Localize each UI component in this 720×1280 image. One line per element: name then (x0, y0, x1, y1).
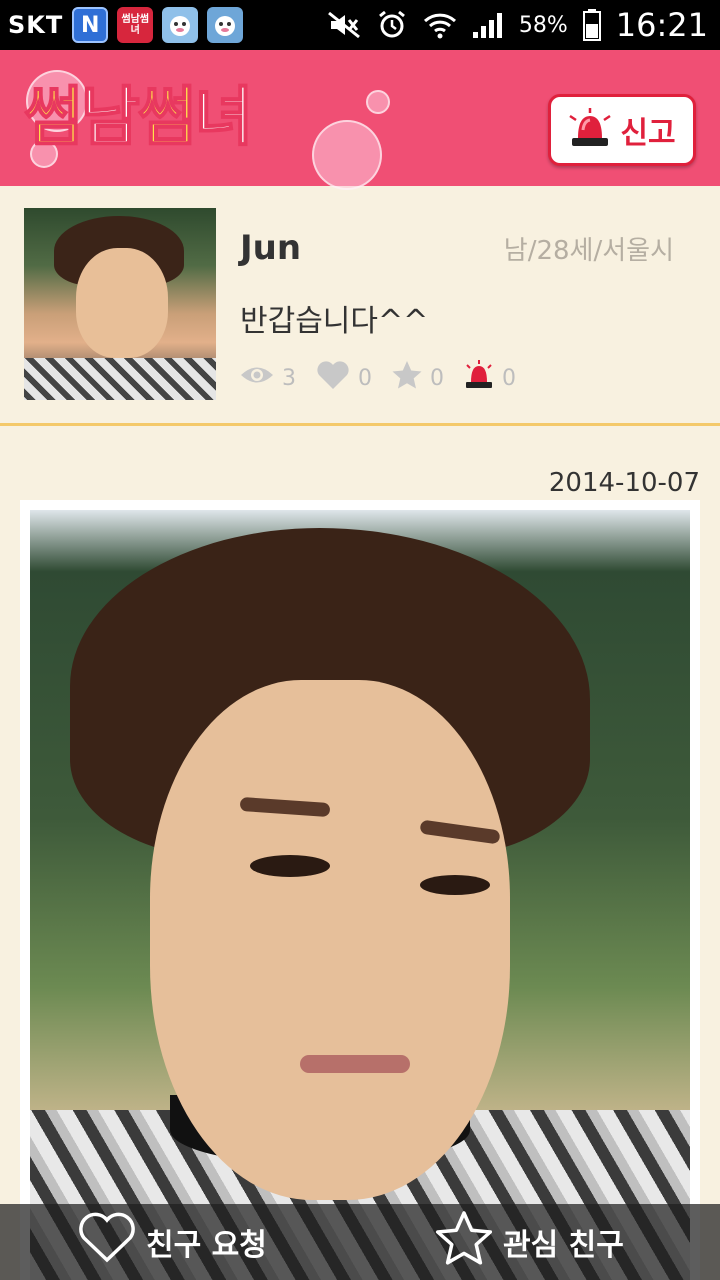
wifi-icon (423, 10, 457, 40)
signal-icon (471, 10, 505, 40)
action-bar: 친구 요청 관심 친구 (0, 1204, 720, 1280)
alarm-icon (375, 10, 409, 40)
interested-friend-label: 관심 친구 (503, 1228, 624, 1263)
reports-stat: 0 (464, 360, 516, 396)
logo-char: 녀 (194, 80, 255, 156)
naver-app-icon: N (72, 7, 109, 43)
favorites-count: 0 (430, 365, 444, 391)
carrier-label: SKT (8, 11, 64, 39)
siren-icon (464, 360, 494, 396)
battery-icon (582, 9, 602, 41)
bubble-decoration (312, 120, 382, 190)
profile-name: Jun (240, 228, 302, 268)
ssomnam-app-icon: 썸남썸녀 (117, 7, 154, 43)
logo-char: 썸 (23, 80, 84, 156)
eye-icon (240, 364, 274, 392)
star-icon (392, 360, 422, 396)
status-bar: SKT N 썸남썸녀 58% 16:21 (0, 0, 720, 50)
profile-photo[interactable] (30, 510, 690, 1280)
avatar[interactable] (24, 208, 216, 400)
likes-stat: 0 (316, 360, 372, 396)
report-button[interactable]: 신고 (548, 94, 696, 166)
favorites-stat: 0 (392, 360, 444, 396)
friend-request-button[interactable]: 친구 요청 (0, 1204, 363, 1280)
logo-char: 썸 (137, 80, 198, 156)
character-app-icon (162, 7, 199, 43)
bubble-decoration (366, 90, 390, 114)
views-stat: 3 (240, 364, 296, 392)
star-outline-icon (435, 1210, 493, 1274)
profile-info: 남/28세/서울시 (503, 236, 674, 266)
friend-request-label: 친구 요청 (146, 1228, 267, 1263)
heart-outline-icon (78, 1212, 136, 1272)
app-logo: 썸남썸녀 (23, 70, 255, 166)
mute-icon (327, 10, 361, 40)
character-app-icon (207, 7, 244, 43)
profile-greeting: 반갑습니다^^ (240, 304, 429, 339)
heart-icon (316, 360, 350, 396)
views-count: 3 (282, 365, 296, 391)
reports-count: 0 (502, 365, 516, 391)
siren-icon (568, 108, 612, 152)
clock: 16:21 (615, 6, 708, 44)
report-label: 신고 (620, 116, 676, 151)
likes-count: 0 (358, 365, 372, 391)
post-date: 2014-10-07 (548, 468, 700, 498)
battery-percent: 58% (518, 12, 568, 38)
logo-char: 남 (80, 80, 141, 156)
interested-friend-button[interactable]: 관심 친구 (363, 1204, 720, 1280)
profile-stats: 3 0 0 0 (240, 360, 516, 396)
photo-frame (20, 500, 700, 1280)
